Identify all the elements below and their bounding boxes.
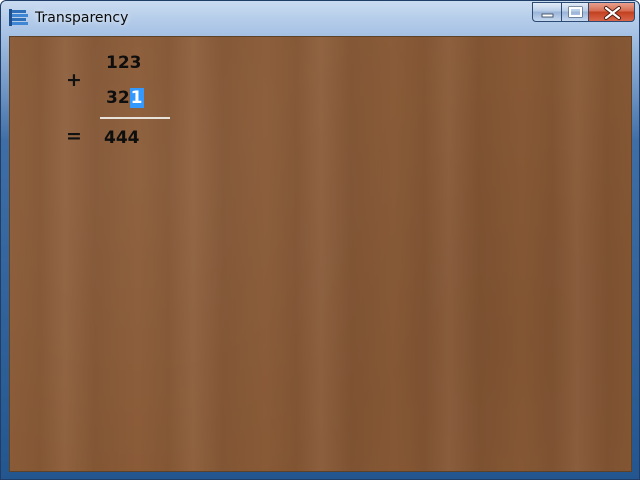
client-area: + 123 321 = 444 (9, 36, 632, 472)
minimize-icon (541, 13, 554, 18)
operand-2-text: 32 (106, 88, 130, 108)
result-value: 444 (104, 128, 140, 148)
equals-sign: = (66, 125, 82, 147)
operand-2-field[interactable]: 321 (106, 88, 144, 108)
app-window: Transparency + 123 321 = 444 (0, 0, 640, 480)
maximize-icon (568, 6, 583, 18)
app-icon[interactable] (9, 9, 29, 27)
maximize-button[interactable] (561, 2, 588, 22)
sum-divider-line (100, 117, 170, 119)
caption-buttons (532, 2, 635, 24)
operand-1[interactable]: 123 (106, 53, 142, 73)
operand-2-selection: 1 (129, 88, 144, 108)
close-icon (604, 6, 621, 20)
plus-sign: + (66, 69, 82, 91)
window-title: Transparency (35, 10, 129, 26)
title-bar[interactable]: Transparency (1, 1, 639, 35)
close-button[interactable] (588, 2, 635, 22)
minimize-button[interactable] (532, 2, 561, 22)
